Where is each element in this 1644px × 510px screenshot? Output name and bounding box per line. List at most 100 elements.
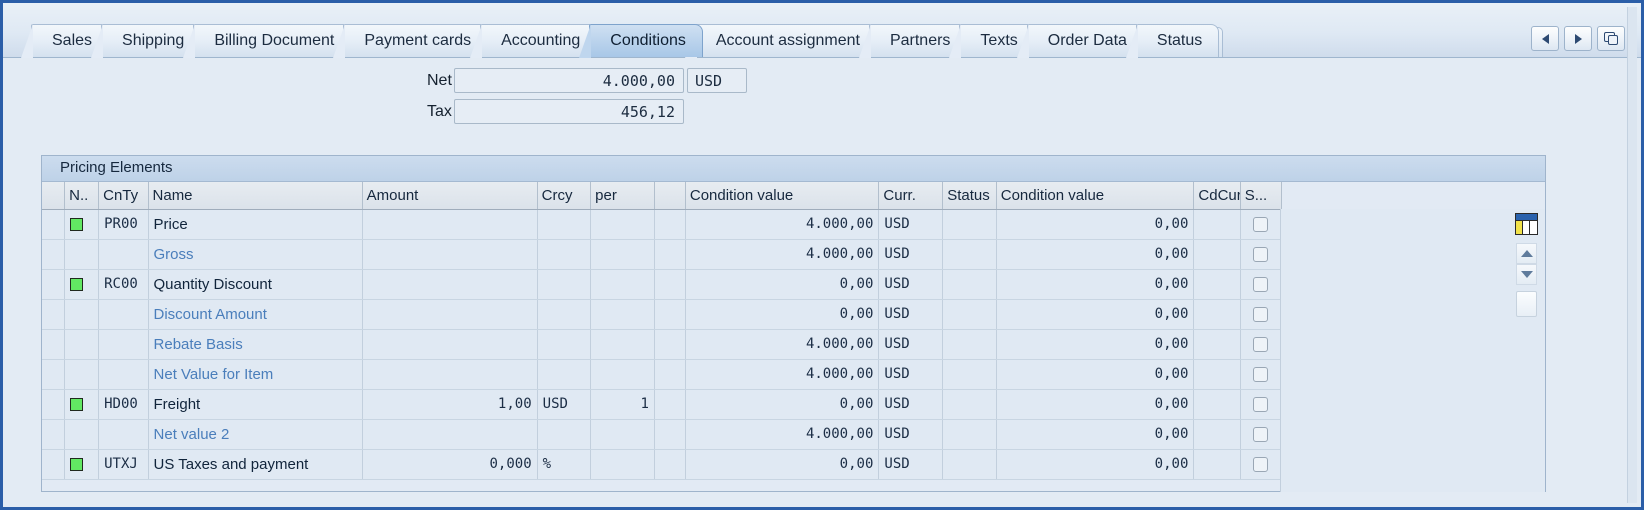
header-status[interactable]: Status [943,182,997,209]
row-cdcur-cell [1194,209,1240,239]
row-curr-cell: USD [879,359,943,389]
header-condition-value-2[interactable]: Condition value [996,182,1194,209]
scroll-down-button[interactable] [1516,264,1537,285]
checkbox-unchecked-icon[interactable] [1253,397,1268,412]
header-crcy[interactable]: Crcy [537,182,591,209]
row-name-cell[interactable]: Freight [148,389,362,419]
checkbox-unchecked-icon[interactable] [1253,457,1268,472]
tab-label: Texts [980,32,1017,50]
net-row: Net 4.000,00 USD [3,65,1641,96]
green-status-square-icon [70,458,83,471]
header-cdcur[interactable]: CdCur [1194,182,1240,209]
tab-label: Sales [52,32,92,50]
table-row[interactable]: Net value 24.000,00USD0,00 [42,419,1282,449]
checkbox-unchecked-icon[interactable] [1253,217,1268,232]
row-status-cell[interactable] [943,389,997,419]
row-condition-value-cell: 0,00 [685,449,879,479]
table-row[interactable]: PR00Price4.000,00USD0,00 [42,209,1282,239]
grid-vertical-scrollbar[interactable] [1516,243,1537,488]
row-cdcur-cell[interactable] [1194,389,1240,419]
row-marker-cell[interactable] [65,389,99,419]
row-unit-cell [654,209,685,239]
row-unit-cell[interactable] [654,389,685,419]
triangle-left-icon [1542,34,1549,44]
net-currency-field[interactable]: USD [687,68,747,93]
row-cnty-cell [99,359,148,389]
tab-label: Account assignment [716,32,860,50]
checkbox-unchecked-icon[interactable] [1253,247,1268,262]
row-checkbox-cell[interactable] [1240,449,1281,479]
row-crcy-cell[interactable]: USD [537,389,591,419]
row-checkbox-cell[interactable] [1240,209,1281,239]
checkbox-unchecked-icon[interactable] [1253,337,1268,352]
row-checkbox-cell[interactable] [1240,269,1281,299]
table-row[interactable]: Net Value for Item4.000,00USD0,00 [42,359,1282,389]
table-row[interactable]: UTXJUS Taxes and payment0,000%0,00USD0,0… [42,449,1282,479]
row-per-cell [591,419,655,449]
row-status-cell [943,209,997,239]
tab-account-assignment[interactable]: Account assignment [695,24,877,57]
row-per-cell[interactable]: 1 [591,389,655,419]
header-select-col[interactable] [42,182,65,209]
table-settings-icon[interactable] [1515,213,1538,235]
header-s[interactable]: S... [1240,182,1281,209]
row-crcy-cell [537,239,591,269]
header-unit[interactable] [654,182,685,209]
row-checkbox-cell[interactable] [1240,389,1281,419]
row-cnty-cell[interactable]: HD00 [99,389,148,419]
tab-scroll-right-button[interactable] [1564,26,1592,51]
table-row[interactable]: HD00Freight1,00USD10,00USD0,00 [42,389,1282,419]
checkbox-unchecked-icon[interactable] [1253,427,1268,442]
row-checkbox-cell[interactable] [1240,299,1281,329]
tab-list-button[interactable] [1597,26,1625,51]
tab-label: Order Data [1048,32,1127,50]
table-row[interactable]: RC00Quantity Discount0,00USD0,00 [42,269,1282,299]
row-checkbox-cell[interactable] [1240,359,1281,389]
tax-value-field[interactable]: 456,12 [454,99,684,124]
table-row[interactable]: Discount Amount0,00USD0,00 [42,299,1282,329]
row-checkbox-cell[interactable] [1240,329,1281,359]
row-checkbox-cell[interactable] [1240,419,1281,449]
scroll-thumb[interactable] [1516,291,1537,317]
row-amount-cell [362,299,537,329]
row-checkbox-cell[interactable] [1240,239,1281,269]
row-select-cell[interactable] [42,389,65,419]
header-amount[interactable]: Amount [362,182,537,209]
table-row[interactable]: Rebate Basis4.000,00USD0,00 [42,329,1282,359]
table-row[interactable]: Gross4.000,00USD0,00 [42,239,1282,269]
row-marker-cell [65,329,99,359]
row-name-cell: Quantity Discount [148,269,362,299]
header-per[interactable]: per [591,182,655,209]
row-amount-cell [362,359,537,389]
pricing-elements-title: Pricing Elements [42,156,1545,182]
row-select-cell [42,359,65,389]
tab-label: Conditions [610,32,686,50]
header-n[interactable]: N.. [65,182,99,209]
checkbox-unchecked-icon[interactable] [1253,277,1268,292]
scroll-up-button[interactable] [1516,243,1537,264]
checkbox-unchecked-icon[interactable] [1253,307,1268,322]
row-curr-cell[interactable]: USD [879,389,943,419]
row-cdcur-cell [1194,449,1240,479]
window-vertical-scrollbar[interactable] [1627,7,1637,503]
row-status-cell [943,359,997,389]
tab-scroll-left-button[interactable] [1531,26,1559,51]
header-condition-value[interactable]: Condition value [685,182,879,209]
tab-conditions[interactable]: Conditions [589,24,703,57]
row-condition-value-2-cell[interactable]: 0,00 [996,389,1194,419]
row-amount-cell[interactable]: 1,00 [362,389,537,419]
header-cnty[interactable]: CnTy [99,182,148,209]
row-curr-cell: USD [879,269,943,299]
tab-payment-cards[interactable]: Payment cards [343,24,488,57]
header-name[interactable]: Name [148,182,362,209]
net-value-field[interactable]: 4.000,00 [454,68,684,93]
row-condition-value-cell[interactable]: 0,00 [685,389,879,419]
checkbox-unchecked-icon[interactable] [1253,367,1268,382]
tab-billing-document[interactable]: Billing Document [193,24,351,57]
tab-status[interactable]: Status [1136,24,1219,57]
header-curr[interactable]: Curr. [879,182,943,209]
row-condition-value-2-cell: 0,00 [996,419,1194,449]
row-crcy-cell [537,359,591,389]
tab-list-icon [1604,32,1618,45]
row-cnty-cell: UTXJ [99,449,148,479]
